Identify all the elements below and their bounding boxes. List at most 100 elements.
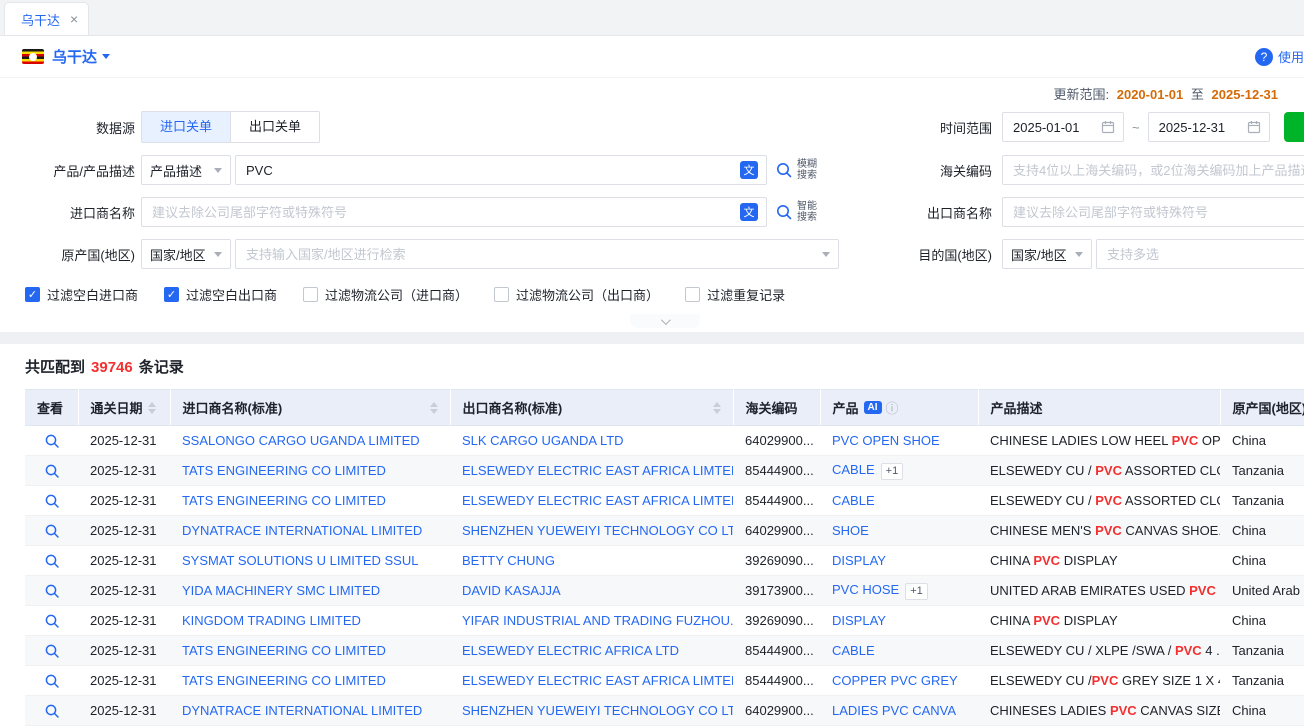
toggle-import-declarations[interactable]: 进口关单 [142, 112, 230, 142]
importer-link[interactable]: KINGDOM TRADING LIMITED [182, 613, 361, 628]
product-link[interactable]: LADIES PVC CANVA [832, 703, 956, 718]
view-record-button[interactable] [44, 703, 60, 719]
importer-link[interactable]: TATS ENGINEERING CO LIMITED [182, 673, 386, 688]
view-record-button[interactable] [44, 583, 60, 599]
importer-link[interactable]: TATS ENGINEERING CO LIMITED [182, 643, 386, 658]
sort-icons[interactable] [148, 402, 156, 414]
view-record-button[interactable] [44, 553, 60, 569]
filter-checkbox[interactable]: 过滤重复记录 [685, 285, 785, 304]
search-button-clipped[interactable] [1284, 112, 1304, 142]
exporter-link[interactable]: ELSEWEDY ELECTRIC EAST AFRICA LIMTED [462, 493, 733, 508]
destination-country-input[interactable] [1096, 239, 1304, 269]
view-record-button[interactable] [44, 493, 60, 509]
checkbox-label: 过滤重复记录 [707, 285, 785, 304]
importer-name-field[interactable] [150, 204, 734, 221]
product-field-select[interactable]: 产品描述 [141, 155, 231, 185]
table-row: 2025-12-31 SSALONGO CARGO UGANDA LIMITED… [25, 426, 1304, 456]
country-chevron-down-icon[interactable] [102, 54, 110, 59]
tab-close-icon[interactable]: × [70, 11, 78, 27]
importer-link[interactable]: DYNATRACE INTERNATIONAL LIMITED [182, 523, 422, 538]
sort-icons[interactable] [713, 402, 721, 414]
date-from-input[interactable] [1002, 112, 1124, 142]
filter-checkbox[interactable]: 过滤物流公司（出口商） [494, 285, 659, 304]
hs-code-field[interactable] [1011, 162, 1304, 179]
product-link[interactable]: DISPLAY [832, 613, 886, 628]
checkbox-icon[interactable]: ✓ [164, 287, 179, 302]
importer-link[interactable]: YIDA MACHINERY SMC LIMITED [182, 583, 380, 598]
help-link[interactable]: ? 使用 [1255, 36, 1304, 77]
date-from-field[interactable] [1011, 119, 1095, 136]
origin-country-select[interactable]: 国家/地区 [141, 239, 231, 269]
product-link[interactable]: PVC HOSE [832, 582, 899, 597]
destination-country-field[interactable] [1105, 246, 1304, 263]
product-link[interactable]: COPPER PVC GREY [832, 673, 958, 688]
results-section: 共匹配到39746条记录 查看 通关日期 进口商名称(标准) [0, 344, 1304, 726]
importer-link[interactable]: SYSMAT SOLUTIONS U LIMITED SSUL [182, 553, 418, 568]
product-link[interactable]: CABLE [832, 643, 875, 658]
view-record-button[interactable] [44, 643, 60, 659]
checkbox-icon[interactable]: ✓ [25, 287, 40, 302]
product-link[interactable]: CABLE [832, 493, 875, 508]
view-record-button[interactable] [44, 613, 60, 629]
destination-country-select[interactable]: 国家/地区 [1002, 239, 1092, 269]
importer-name-input[interactable]: 文 [141, 197, 767, 227]
more-products-badge[interactable]: +1 [881, 463, 904, 480]
exporter-link[interactable]: SHENZHEN YUEWEIYI TECHNOLOGY CO LTD [462, 703, 733, 718]
checkbox-icon[interactable] [685, 287, 700, 302]
origin-country-input[interactable] [235, 239, 839, 269]
exporter-link[interactable]: SHENZHEN YUEWEIYI TECHNOLOGY CO LTD [462, 523, 733, 538]
exporter-name-input[interactable] [1002, 197, 1304, 227]
info-icon[interactable]: ⓘ [886, 398, 899, 417]
importer-link[interactable]: TATS ENGINEERING CO LIMITED [182, 463, 386, 478]
product-link[interactable]: CABLE [832, 462, 875, 477]
exporter-link[interactable]: SLK CARGO UGANDA LTD [462, 433, 624, 448]
checkbox-icon[interactable] [494, 287, 509, 302]
smart-search-button[interactable]: 智能 搜索 [775, 201, 817, 223]
filter-checkbox[interactable]: 过滤物流公司（进口商） [303, 285, 468, 304]
exporter-link[interactable]: YIFAR INDUSTRIAL AND TRADING FUZHOU... [462, 613, 733, 628]
filter-checkbox-row: ✓ 过滤空白进口商 ✓ 过滤空白出口商 过滤物流公司（进口商） 过滤物流公司（出… [25, 285, 1304, 304]
help-icon: ? [1255, 48, 1273, 66]
column-header: 海关编码 [733, 390, 820, 426]
product-link[interactable]: DISPLAY [832, 553, 886, 568]
view-record-button[interactable] [44, 463, 60, 479]
translate-icon[interactable]: 文 [740, 161, 758, 179]
checkbox-label: 过滤物流公司（出口商） [516, 285, 659, 304]
date-to-input[interactable] [1148, 112, 1270, 142]
magnifier-icon [44, 673, 60, 689]
exporter-link[interactable]: DAVID KASAJJA [462, 583, 561, 598]
product-field[interactable] [244, 162, 734, 179]
translate-icon[interactable]: 文 [740, 203, 758, 221]
origin-country-field[interactable] [244, 246, 816, 263]
importer-cell: TATS ENGINEERING CO LIMITED [170, 456, 450, 486]
date-to-field[interactable] [1157, 119, 1241, 136]
fuzzy-search-button[interactable]: 模糊 搜索 [775, 159, 817, 181]
exporter-link[interactable]: ELSEWEDY ELECTRIC AFRICA LTD [462, 643, 679, 658]
origin-country-cell: China [1220, 516, 1304, 546]
exporter-name-field[interactable] [1011, 204, 1304, 221]
exporter-link[interactable]: BETTY CHUNG [462, 553, 555, 568]
column-header-label: 查看 [37, 398, 63, 417]
collapse-filters-button[interactable] [630, 314, 700, 328]
checkbox-icon[interactable] [303, 287, 318, 302]
more-products-badge[interactable]: +1 [905, 583, 928, 600]
hs-code-input[interactable] [1002, 155, 1304, 185]
sort-icons[interactable] [430, 402, 438, 414]
importer-link[interactable]: TATS ENGINEERING CO LIMITED [182, 493, 386, 508]
filter-checkbox[interactable]: ✓ 过滤空白出口商 [164, 285, 277, 304]
exporter-link[interactable]: ELSEWEDY ELECTRIC EAST AFRICA LIMTED [462, 463, 733, 478]
filter-checkbox[interactable]: ✓ 过滤空白进口商 [25, 285, 138, 304]
product-input[interactable]: 文 [235, 155, 767, 185]
view-record-button[interactable] [44, 523, 60, 539]
exporter-link[interactable]: ELSEWEDY ELECTRIC EAST AFRICA LIMTED [462, 673, 733, 688]
importer-link[interactable]: SSALONGO CARGO UGANDA LIMITED [182, 433, 420, 448]
product-link[interactable]: PVC OPEN SHOE [832, 433, 940, 448]
importer-link[interactable]: DYNATRACE INTERNATIONAL LIMITED [182, 703, 422, 718]
view-record-button[interactable] [44, 673, 60, 689]
calendar-icon [1247, 120, 1261, 134]
product-link[interactable]: SHOE [832, 523, 869, 538]
view-record-button[interactable] [44, 433, 60, 449]
column-header-label: 通关日期 [91, 398, 143, 417]
tab-uganda[interactable]: 乌干达 × [4, 2, 89, 35]
toggle-export-declarations[interactable]: 出口关单 [230, 112, 319, 142]
